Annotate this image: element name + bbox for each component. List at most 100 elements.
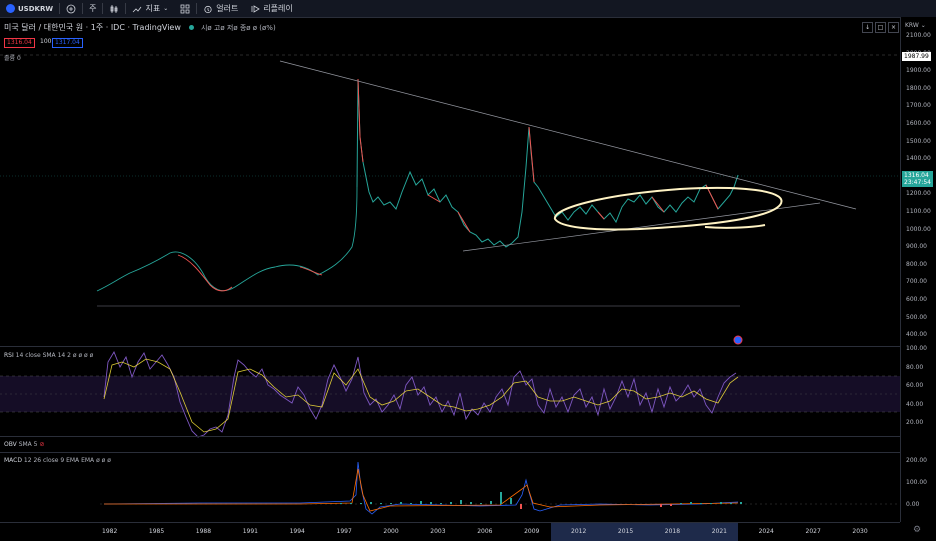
macd-histogram-bar [420, 501, 422, 504]
time-tick-label: 2021 [711, 528, 727, 535]
rsi-tick-label: 80.00 [906, 363, 924, 371]
maximize-button[interactable]: □ [875, 22, 886, 33]
pane-separator-macd[interactable] [0, 452, 936, 453]
macd-params: 12 26 close 9 EMA EMA [23, 457, 95, 464]
price-tick-label: 1600.00 [906, 120, 931, 127]
early-price-line-down [177, 254, 233, 292]
square-icon: □ [877, 24, 884, 31]
time-tick-label: 1994 [289, 528, 305, 535]
chevron-down-icon: ⌄ [920, 22, 926, 29]
macd-histogram-bar [500, 492, 502, 504]
macd-tick-label: 200.00 [906, 457, 927, 464]
layout-button[interactable] [174, 0, 196, 17]
candles-icon [111, 4, 118, 13]
volume-value: 0 [16, 55, 21, 62]
download-button[interactable]: ↓ [862, 22, 873, 33]
price-tick-label: 600.00 [906, 296, 927, 303]
rsi-name: RSI [4, 352, 14, 359]
replay-button[interactable]: 리플레이 [244, 0, 298, 17]
warning-icon: ⊘ [39, 441, 45, 448]
macd-legend[interactable]: MACD 12 26 close 9 EMA EMA ø ø ø [4, 457, 111, 464]
macd-histogram-bar [340, 503, 342, 504]
macd-histogram-bar [390, 503, 392, 504]
chevron-down-icon: ⌄ [163, 5, 169, 12]
price-tick-label: 900.00 [906, 243, 927, 251]
time-tick-label: 2009 [524, 528, 540, 535]
last-price-value: 1316.04 [904, 172, 929, 179]
macd-histogram-bar [700, 503, 702, 504]
buy-price: 1317.04 [55, 39, 80, 46]
macd-tick-label: 100.00 [906, 479, 927, 486]
replay-icon [251, 4, 261, 13]
macd-histogram-bar [430, 502, 432, 504]
symbol-title: 미국 달러 / 대한민국 원 · 1주 · IDC · TradingView [4, 23, 181, 32]
settings-gear-icon[interactable]: ⚙ [913, 525, 921, 535]
macd-histogram-bar [450, 502, 452, 504]
macd-histogram-bar [690, 502, 692, 504]
symbol-name: USDKRW [18, 4, 54, 13]
time-tick-label: 2030 [852, 528, 868, 535]
price-tick-label: 400.00 [906, 331, 927, 339]
chart-canvas[interactable] [0, 17, 900, 522]
price-tick-label: 800.00 [906, 260, 927, 268]
price-tick-label: 1400.00 [906, 155, 931, 163]
macd-histogram-bar [680, 503, 682, 504]
pane-separator-obv[interactable] [0, 436, 936, 437]
macd-histogram-bar [400, 502, 402, 504]
indicators-label: 지표 [145, 4, 161, 13]
price-tick-label: 500.00 [906, 313, 927, 321]
rsi-tick-label: 100.00 [906, 345, 927, 352]
price-tick-label: 1500.00 [906, 137, 931, 145]
obv-legend[interactable]: OBV SMA 5 ⊘ [4, 441, 44, 448]
macd-line [103, 461, 739, 515]
interval-button[interactable]: 주 [83, 0, 102, 17]
currency-label: KRW ⌄ [905, 22, 926, 29]
close-pane-button[interactable]: × [888, 22, 899, 33]
volume-legend[interactable]: 졸륨 0 [4, 53, 21, 62]
macd-name: MACD [4, 457, 22, 464]
time-tick-label: 1982 [102, 528, 118, 535]
last-price-tag: 1316.04 23:47:54 [902, 171, 933, 187]
rsi-params: 14 close SMA 14 2 [15, 352, 71, 359]
bar-countdown: 23:47:54 [904, 179, 931, 186]
macd-values: ø ø ø [96, 457, 111, 464]
price-series-line-down [357, 78, 719, 233]
indicators-button[interactable]: 지표 ⌄ [126, 0, 174, 17]
macd-histogram-bar [510, 498, 512, 504]
macd-histogram-bar [410, 503, 412, 504]
interval-label: 주 [89, 4, 97, 13]
top-toolbar: USDKRW 주 지표 ⌄ 얼러트 리플레이 [0, 0, 936, 18]
time-tick-label: 1985 [148, 528, 165, 535]
macd-histogram-bar [710, 503, 712, 504]
buy-button[interactable]: 1317.04 [52, 38, 83, 48]
pane-separator-rsi[interactable] [0, 346, 936, 347]
ohlc-values: 시ø 고ø 저ø 종ø ø (ø%) [200, 24, 276, 32]
macd-histogram-bar [470, 502, 472, 504]
rsi-tick-label: 40.00 [906, 400, 924, 408]
macd-histogram-bar [480, 503, 482, 504]
macd-histogram [340, 492, 742, 509]
rsi-values: ø ø ø ø [72, 352, 94, 359]
chart-type-button[interactable] [103, 0, 125, 17]
time-tick-label: 1997 [336, 528, 352, 535]
macd-histogram-bar [660, 504, 662, 507]
price-tick-label: 1800.00 [906, 84, 931, 92]
macd-histogram-bar [720, 502, 722, 504]
price-axis[interactable]: KRW ⌄ 2100.002000.001900.001800.001700.0… [900, 17, 936, 522]
macd-histogram-bar [740, 502, 742, 504]
macd-tick-label: 0.00 [906, 501, 920, 508]
time-tick-label: 2024 [758, 528, 774, 535]
flag-event-icon[interactable] [733, 335, 743, 345]
time-axis[interactable]: 1982 1985 1988 1991 1994 1997 2000 2003 2006 2009… [0, 522, 900, 541]
volume-label: 졸륨 [4, 55, 16, 62]
price-tick-label: 1900.00 [906, 67, 931, 75]
compare-add-button[interactable] [60, 0, 82, 17]
symbol-search-button[interactable]: USDKRW [0, 0, 59, 17]
sell-button[interactable]: 1316.04 [4, 38, 35, 48]
rsi-tick-label: 60.00 [906, 382, 924, 389]
chart-legend: 미국 달러 / 대한민국 원 · 1주 · IDC · TradingView … [4, 22, 276, 33]
time-tick-label: 2003 [430, 528, 446, 535]
alert-button[interactable]: 얼러트 [197, 0, 244, 17]
ellipse-tail-stroke [704, 224, 766, 229]
rsi-legend[interactable]: RSI 14 close SMA 14 2 ø ø ø ø [4, 352, 93, 359]
